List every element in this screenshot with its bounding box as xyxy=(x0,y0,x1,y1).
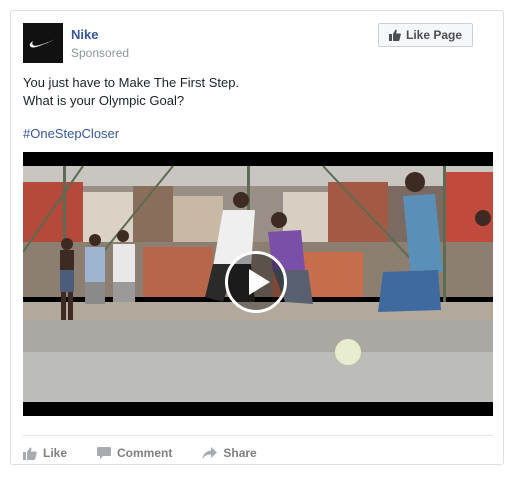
play-icon xyxy=(249,269,270,295)
play-button[interactable] xyxy=(225,251,287,313)
share-arrow-icon xyxy=(202,446,218,459)
actions-divider xyxy=(23,435,493,436)
video-player[interactable] xyxy=(23,152,493,416)
comment-button[interactable]: Comment xyxy=(97,446,172,460)
sponsored-post-card: Nike Sponsored Like Page You just have t… xyxy=(10,10,504,465)
comment-bubble-icon xyxy=(97,446,112,459)
page-name-link[interactable]: Nike xyxy=(71,27,98,42)
nike-swoosh-logo xyxy=(29,39,56,48)
post-message: You just have to Make The First Step. Wh… xyxy=(23,74,239,110)
sponsored-label: Sponsored xyxy=(71,46,130,60)
thumbs-up-icon xyxy=(388,29,401,41)
post-text-line: What is your Olympic Goal? xyxy=(23,93,185,108)
post-text-line: You just have to Make The First Step. xyxy=(23,75,240,90)
like-page-button[interactable]: Like Page xyxy=(378,23,473,47)
share-button[interactable]: Share xyxy=(202,446,257,460)
page-avatar[interactable] xyxy=(23,23,63,63)
post-actions-bar: Like Comment Share xyxy=(23,444,287,462)
comment-label: Comment xyxy=(117,446,173,460)
like-page-label: Like Page xyxy=(405,28,463,42)
like-label: Like xyxy=(43,446,68,460)
like-button[interactable]: Like xyxy=(23,446,67,460)
thumbs-up-icon xyxy=(23,447,37,460)
share-label: Share xyxy=(223,446,257,460)
hashtag-link[interactable]: #OneStepCloser xyxy=(23,126,119,141)
